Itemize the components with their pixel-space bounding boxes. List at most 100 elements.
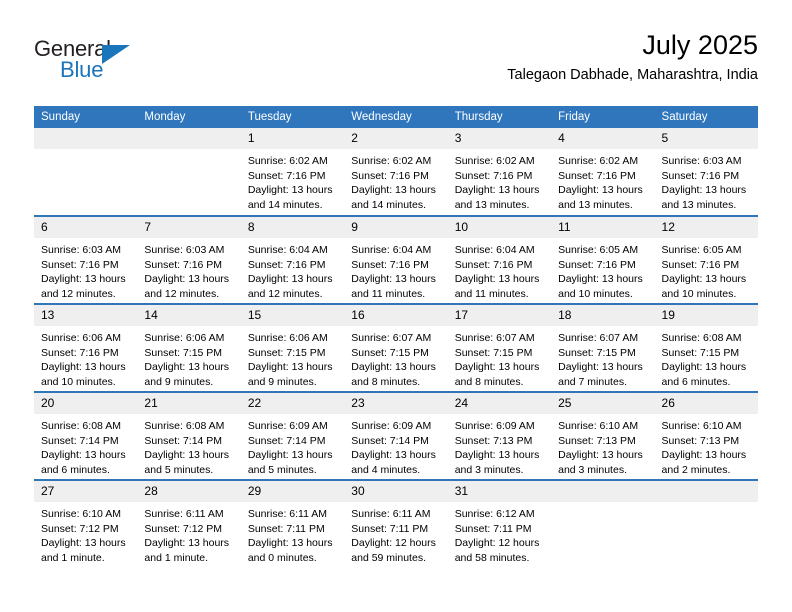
sunrise-text: Sunrise: 6:02 AM [351, 155, 432, 167]
calendar-grid: Sunday Monday Tuesday Wednesday Thursday… [34, 106, 758, 568]
calendar-day-cell[interactable]: 3 Sunrise: 6:02 AM Sunset: 7:16 PM Daylight… [447, 128, 552, 216]
daylight-text-line2: and 13 minutes. [661, 198, 737, 211]
calendar-day-cell[interactable]: 13 Sunrise: 6:06 AM Sunset: 7:16 PM Dayligh… [34, 303, 138, 392]
sunrise-text: Sunrise: 6:06 AM [41, 332, 121, 344]
sunrise-text: Sunrise: 6:05 AM [558, 244, 639, 256]
calendar-day-cell[interactable]: 28 Sunrise: 6:11 AM Sunset: 7:12 PM Dayligh… [137, 479, 241, 568]
daylight-text-line1: Daylight: 13 hours [454, 273, 540, 286]
calendar-day-cell[interactable]: 18 Sunrise: 6:07 AM Sunset: 7:15 PM Dayligh… [551, 303, 655, 392]
daylight-text-line1: Daylight: 13 hours [351, 273, 436, 286]
daylight-text-line2: and 13 minutes. [454, 198, 530, 211]
calendar-day-cell[interactable]: 4 Sunrise: 6:02 AM Sunset: 7:16 PM Daylight… [551, 128, 655, 216]
weekday-header-saturday: Saturday [654, 106, 758, 128]
day-details: Sunrise: 6:03 AM Sunset: 7:16 PM Daylight:… [34, 238, 137, 301]
sunset-text: Sunset: 7:13 PM [558, 434, 636, 447]
daylight-text-line1: Daylight: 13 hours [661, 361, 747, 374]
calendar-day-cell[interactable]: 20 Sunrise: 6:08 AM Sunset: 7:14 PM Dayligh… [34, 391, 138, 480]
page-header: General Blue July 2025 Talegaon Dabhade,… [34, 28, 758, 98]
sunrise-text: Sunrise: 6:09 AM [247, 420, 328, 432]
day-details: Sunrise: 6:10 AM Sunset: 7:13 PM Daylight:… [551, 414, 654, 477]
calendar-day-cell[interactable]: 11 Sunrise: 6:05 AM Sunset: 7:16 PM Dayligh… [551, 215, 655, 304]
daylight-text-line1: Daylight: 13 hours [558, 449, 643, 462]
calendar-empty-cell [137, 128, 241, 216]
sunrise-text: Sunrise: 6:02 AM [454, 155, 535, 167]
calendar-day-cell[interactable]: 30 Sunrise: 6:11 AM Sunset: 7:11 PM Dayligh… [344, 479, 448, 568]
title-block: July 2025 Talegaon Dabhade, Maharashtra,… [507, 28, 758, 86]
sunset-text: Sunset: 7:16 PM [41, 346, 119, 359]
sunset-text: Sunset: 7:14 PM [247, 434, 326, 447]
daylight-text-line1: Daylight: 13 hours [41, 273, 126, 286]
sunset-text: Sunset: 7:16 PM [558, 169, 636, 182]
calendar-day-cell[interactable]: 23 Sunrise: 6:09 AM Sunset: 7:14 PM Dayligh… [344, 391, 448, 480]
daylight-text-line1: Daylight: 13 hours [454, 449, 540, 462]
calendar-day-cell[interactable]: 19 Sunrise: 6:08 AM Sunset: 7:15 PM Dayligh… [654, 303, 758, 392]
daylight-text-line2: and 14 minutes. [351, 198, 426, 211]
calendar-day-cell[interactable]: 22 Sunrise: 6:09 AM Sunset: 7:14 PM Dayligh… [240, 391, 345, 480]
sunrise-text: Sunrise: 6:10 AM [661, 420, 742, 432]
day-number: 1 [240, 128, 345, 149]
calendar-day-cell[interactable]: 14 Sunrise: 6:06 AM Sunset: 7:15 PM Dayligh… [137, 303, 241, 392]
calendar-day-cell[interactable]: 2 Sunrise: 6:02 AM Sunset: 7:16 PM Daylight… [344, 128, 448, 216]
sunset-text: Sunset: 7:16 PM [351, 169, 429, 182]
day-details: Sunrise: 6:05 AM Sunset: 7:16 PM Daylight:… [655, 238, 758, 301]
day-number: 7 [137, 217, 241, 238]
calendar-day-cell[interactable]: 25 Sunrise: 6:10 AM Sunset: 7:13 PM Dayligh… [551, 391, 655, 480]
calendar-day-cell[interactable]: 1 Sunrise: 6:02 AM Sunset: 7:16 PM Daylight… [240, 128, 345, 216]
calendar-day-cell[interactable]: 16 Sunrise: 6:07 AM Sunset: 7:15 PM Dayligh… [344, 303, 448, 392]
sunset-text: Sunset: 7:16 PM [661, 169, 740, 182]
day-details: Sunrise: 6:09 AM Sunset: 7:14 PM Daylight:… [241, 414, 344, 477]
day-number: 5 [654, 128, 758, 149]
daylight-text-line2: and 12 minutes. [41, 287, 116, 300]
daylight-text-line2: and 58 minutes. [454, 551, 530, 564]
calendar-day-cell[interactable]: 31 Sunrise: 6:12 AM Sunset: 7:11 PM Dayligh… [447, 479, 552, 568]
daylight-text-line1: Daylight: 12 hours [454, 537, 540, 550]
calendar-day-cell[interactable]: 17 Sunrise: 6:07 AM Sunset: 7:15 PM Dayligh… [447, 303, 552, 392]
daylight-text-line2: and 9 minutes. [144, 375, 214, 388]
day-details: Sunrise: 6:02 AM Sunset: 7:16 PM Daylight:… [551, 149, 654, 212]
daylight-text-line2: and 10 minutes. [558, 287, 633, 300]
sunset-text: Sunset: 7:16 PM [351, 258, 429, 271]
calendar-day-cell[interactable]: 10 Sunrise: 6:04 AM Sunset: 7:16 PM Dayligh… [447, 215, 552, 304]
calendar-day-cell[interactable]: 5 Sunrise: 6:03 AM Sunset: 7:16 PM Daylight… [654, 128, 758, 216]
sunrise-text: Sunrise: 6:10 AM [558, 420, 639, 432]
calendar-week-row: 27 Sunrise: 6:10 AM Sunset: 7:12 PM Dayligh… [34, 479, 758, 568]
calendar-day-cell[interactable]: 7 Sunrise: 6:03 AM Sunset: 7:16 PM Daylight… [137, 215, 241, 304]
day-number: 13 [34, 305, 138, 326]
sunrise-text: Sunrise: 6:09 AM [351, 420, 432, 432]
calendar-day-cell[interactable]: 26 Sunrise: 6:10 AM Sunset: 7:13 PM Dayligh… [654, 391, 758, 480]
daylight-text-line2: and 11 minutes. [351, 287, 426, 300]
daylight-text-line2: and 13 minutes. [558, 198, 633, 211]
daylight-text-line1: Daylight: 13 hours [144, 361, 230, 374]
calendar-day-cell[interactable]: 27 Sunrise: 6:10 AM Sunset: 7:12 PM Dayligh… [34, 479, 138, 568]
calendar-day-cell[interactable]: 8 Sunrise: 6:04 AM Sunset: 7:16 PM Daylight… [240, 215, 345, 304]
calendar-day-cell[interactable]: 12 Sunrise: 6:05 AM Sunset: 7:16 PM Dayligh… [654, 215, 758, 304]
sunrise-text: Sunrise: 6:11 AM [144, 508, 224, 520]
daylight-text-line1: Daylight: 13 hours [351, 361, 436, 374]
calendar-day-cell[interactable]: 21 Sunrise: 6:08 AM Sunset: 7:14 PM Dayligh… [137, 391, 241, 480]
calendar-day-cell[interactable]: 29 Sunrise: 6:11 AM Sunset: 7:11 PM Dayligh… [240, 479, 345, 568]
weekday-header-sunday: Sunday [34, 106, 138, 128]
calendar-page: General Blue July 2025 Talegaon Dabhade,… [0, 0, 792, 612]
daylight-text-line1: Daylight: 13 hours [247, 273, 333, 286]
sunset-text: Sunset: 7:15 PM [661, 346, 740, 359]
sunset-text: Sunset: 7:11 PM [454, 522, 532, 535]
daylight-text-line1: Daylight: 13 hours [454, 361, 540, 374]
day-details: Sunrise: 6:04 AM Sunset: 7:16 PM Daylight:… [448, 238, 551, 301]
daylight-text-line1: Daylight: 13 hours [558, 273, 643, 286]
calendar-day-cell[interactable]: 24 Sunrise: 6:09 AM Sunset: 7:13 PM Dayligh… [447, 391, 552, 480]
day-number: 8 [240, 217, 345, 238]
sunrise-text: Sunrise: 6:08 AM [144, 420, 225, 432]
daylight-text-line2: and 11 minutes. [454, 287, 529, 300]
daylight-text-line2: and 12 minutes. [144, 287, 220, 300]
calendar-day-cell[interactable]: 15 Sunrise: 6:06 AM Sunset: 7:15 PM Dayligh… [240, 303, 345, 392]
sunrise-text: Sunrise: 6:03 AM [41, 244, 121, 256]
brand-logo[interactable]: General Blue [34, 36, 154, 88]
calendar-day-cell[interactable]: 9 Sunrise: 6:04 AM Sunset: 7:16 PM Daylight… [344, 215, 448, 304]
day-details: Sunrise: 6:05 AM Sunset: 7:16 PM Daylight:… [551, 238, 654, 301]
sunset-text: Sunset: 7:16 PM [558, 258, 636, 271]
sunrise-text: Sunrise: 6:03 AM [144, 244, 225, 256]
sunrise-text: Sunrise: 6:07 AM [351, 332, 432, 344]
daylight-text-line2: and 1 minute. [41, 551, 105, 564]
daylight-text-line1: Daylight: 13 hours [661, 184, 747, 197]
calendar-day-cell[interactable]: 6 Sunrise: 6:03 AM Sunset: 7:16 PM Daylight… [34, 215, 138, 304]
